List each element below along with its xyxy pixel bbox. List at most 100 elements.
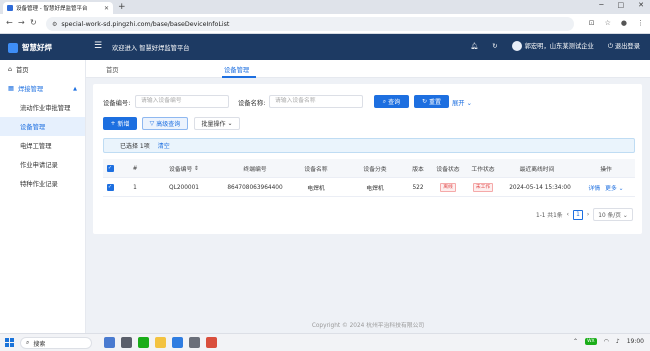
browser-tab[interactable]: 设备管理 - 智慧好焊监管平台 ✕ xyxy=(3,2,113,14)
welcome-text: 欢迎进入 智慧好焊监管平台 xyxy=(112,45,190,52)
more-label: 更多 xyxy=(605,186,617,192)
sidebar-item-welder-management[interactable]: 电焊工管理 xyxy=(0,136,85,155)
back-icon[interactable]: ← xyxy=(6,18,13,27)
sidebar-group-welding[interactable]: ▦ 焊接管理 ▲ xyxy=(0,79,85,98)
chevron-up-icon[interactable]: ⌃ xyxy=(573,338,578,345)
system-tray: ⌃ WX ◠ ♪ 19:00 xyxy=(573,338,644,345)
forward-icon[interactable]: → xyxy=(18,18,25,27)
col-device-name: 设备名称 xyxy=(304,167,328,173)
reset-label: 重置 xyxy=(429,99,442,106)
selection-bar: 已选择 1项 清空 xyxy=(103,138,635,153)
wifi-icon[interactable]: ◠ xyxy=(604,338,609,345)
windows-start-icon[interactable] xyxy=(5,338,14,347)
cell-index: 1 xyxy=(133,184,137,191)
menu-toggle-icon[interactable]: ☰ xyxy=(94,41,102,51)
taskbar-search-label: 搜索 xyxy=(33,340,46,348)
taskbar: ⌕ 搜索 ⌃ WX ◠ ♪ 19:00 xyxy=(0,333,650,351)
header-right: 🔔︎ ↻ 郭宏明，山东某测试企业 ⏻ 退出登录 xyxy=(470,41,640,51)
col-device-no[interactable]: 设备编号 ⇕ xyxy=(149,159,219,178)
reset-button[interactable]: ↻ 重置 xyxy=(414,95,449,108)
window-controls: ─ □ ✕ xyxy=(599,1,644,9)
wechat-app-icon[interactable] xyxy=(138,337,149,348)
sidebar-item-label: 流动作业审批管理 xyxy=(20,105,71,112)
pagination: 1-1 共1条 ‹ 1 › 10 条/页 ⌄ xyxy=(536,208,633,221)
device-no-input[interactable]: 请输入设备编号 xyxy=(135,95,229,108)
expand-link[interactable]: 展开 ⌄ xyxy=(452,98,472,107)
maximize-icon[interactable]: □ xyxy=(618,1,625,9)
app-icon[interactable] xyxy=(206,337,217,348)
sidebar-item-home[interactable]: ⌂ 首页 xyxy=(0,60,85,79)
advanced-query-label: 高级查询 xyxy=(156,121,181,128)
profile-icon[interactable]: ● xyxy=(621,19,627,27)
sidebar-item-device-management[interactable]: 设备管理 xyxy=(0,117,85,136)
page-size-label: 10 条/页 xyxy=(598,213,622,219)
table-header: ✓ # 设备编号 ⇕ 终端编号 设备名称 设备分类 版本 设备状态 工作状态 最… xyxy=(103,159,635,178)
tab-home[interactable]: 首页 xyxy=(106,65,119,74)
page-number[interactable]: 1 xyxy=(572,209,583,220)
col-device-status: 设备状态 xyxy=(436,167,460,173)
browser-menu-icon[interactable]: ⋮ xyxy=(637,19,644,27)
url-field[interactable]: ⚙ special-work-sd.pingzhi.com/base/baseD… xyxy=(46,17,574,31)
batch-operation-dropdown[interactable]: 批量操作 ⌄ xyxy=(194,117,240,130)
tab-device-management[interactable]: 设备管理 xyxy=(224,65,249,74)
device-name-label: 设备名称: xyxy=(238,100,266,107)
close-window-icon[interactable]: ✕ xyxy=(638,1,644,9)
table-row[interactable]: ✓ 1 QL200001 864708063964400 电焊机 电焊机 522… xyxy=(103,178,635,197)
file-explorer-icon[interactable] xyxy=(155,337,166,348)
widget-app-icon[interactable] xyxy=(104,337,115,348)
cell-last-offline: 2024-05-14 15:34:00 xyxy=(509,184,571,191)
sidebar-item-label: 特种作业记录 xyxy=(20,181,58,188)
advanced-query-button[interactable]: ▽ 高级查询 xyxy=(142,117,188,130)
logo-icon xyxy=(8,42,18,53)
taskbar-search[interactable]: ⌕ 搜索 xyxy=(20,337,92,349)
prev-page-icon[interactable]: ‹ xyxy=(567,212,569,218)
reload-icon[interactable]: ↻ xyxy=(30,18,37,27)
col-label: 设备编号 xyxy=(169,167,193,173)
cell-category: 电焊机 xyxy=(366,186,384,192)
app-icon[interactable] xyxy=(189,337,200,348)
next-page-icon[interactable]: › xyxy=(587,212,589,218)
page-size-select[interactable]: 10 条/页 ⌄ xyxy=(593,208,633,221)
col-terminal-no: 终端编号 xyxy=(243,167,267,173)
user-menu[interactable]: 郭宏明，山东某测试企业 xyxy=(511,41,594,51)
bell-icon[interactable]: 🔔︎ xyxy=(470,42,478,50)
detail-link[interactable]: 详情 xyxy=(589,183,601,192)
task-view-icon[interactable] xyxy=(121,337,132,348)
address-bar-row: ← → ↻ ⚙ special-work-sd.pingzhi.com/base… xyxy=(0,14,650,34)
wechat-tray-icon[interactable]: WX xyxy=(585,338,597,345)
device-name-input[interactable]: 请输入设备名称 xyxy=(269,95,363,108)
col-work-status: 工作状态 xyxy=(471,167,495,173)
checkbox-checked-icon: ✓ xyxy=(106,165,114,172)
site-info-icon[interactable]: ⚙ xyxy=(52,21,57,28)
refresh-icon[interactable]: ↻ xyxy=(492,43,497,50)
clear-selection-link[interactable]: 清空 xyxy=(158,141,170,150)
more-dropdown[interactable]: 更多 ⌄ xyxy=(605,183,623,192)
content-card: 设备编号: 请输入设备编号 设备名称: 请输入设备名称 ⌕ 查询 ↻ 重置 展开 ⌄… xyxy=(93,84,642,234)
translate-icon[interactable]: ⊡ xyxy=(589,19,595,27)
chevron-up-icon: ▲ xyxy=(73,85,77,92)
sidebar-item-special-work-records[interactable]: 特种作业记录 xyxy=(0,174,85,193)
logout-button[interactable]: ⏻ 退出登录 xyxy=(608,41,640,51)
browser-app-icon[interactable] xyxy=(172,337,183,348)
col-version: 版本 xyxy=(412,167,424,173)
taskbar-apps xyxy=(104,337,217,348)
sidebar-item-work-applications[interactable]: 作业申请记录 xyxy=(0,155,85,174)
add-button[interactable]: + 新增 xyxy=(103,117,137,130)
chevron-down-icon: ⌄ xyxy=(227,120,233,127)
row-checkbox[interactable]: ✓ xyxy=(103,178,117,197)
close-tab-icon[interactable]: ✕ xyxy=(104,5,109,12)
sidebar-item-mobile-approval[interactable]: 流动作业审批管理 xyxy=(0,98,85,117)
sidebar-item-label: 设备管理 xyxy=(20,124,46,131)
volume-icon[interactable]: ♪ xyxy=(616,338,620,345)
clock[interactable]: 19:00 xyxy=(627,338,644,345)
select-all-checkbox[interactable]: ✓ xyxy=(103,159,117,178)
col-last-offline: 最近离线时间 xyxy=(519,167,555,173)
bookmark-star-icon[interactable]: ☆ xyxy=(605,19,611,27)
home-icon: ⌂ xyxy=(8,66,12,73)
query-button[interactable]: ⌕ 查询 xyxy=(374,95,409,108)
minimize-icon[interactable]: ─ xyxy=(599,1,603,9)
cell-terminal-no: 864708063964400 xyxy=(227,184,283,191)
selection-count: 已选择 1项 xyxy=(120,143,150,150)
new-tab-icon[interactable]: + xyxy=(118,2,126,12)
device-no-label: 设备编号: xyxy=(103,100,131,107)
